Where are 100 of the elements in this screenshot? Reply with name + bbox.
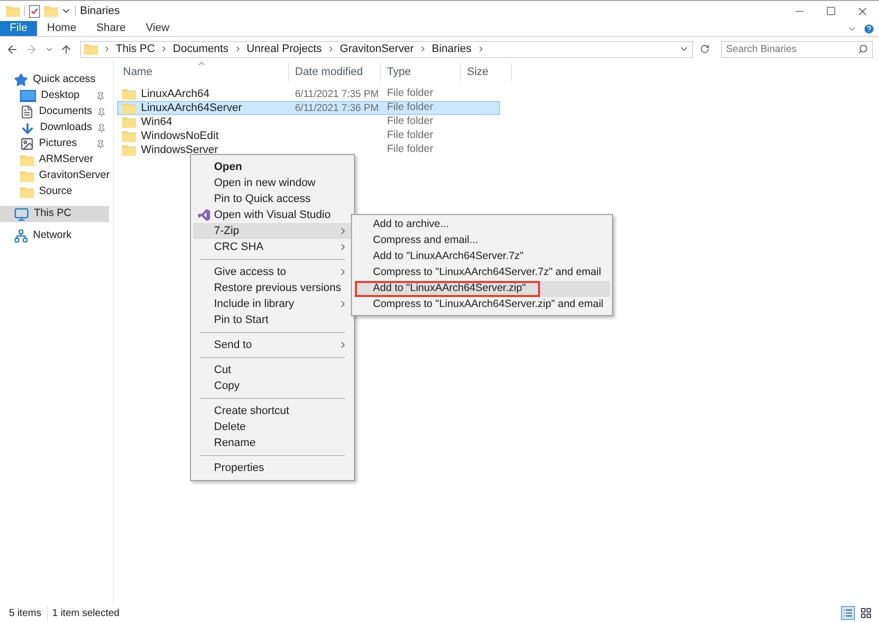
window-title: Binaries — [80, 4, 120, 19]
search-field[interactable]: Search Binaries — [721, 40, 873, 58]
file-row[interactable]: Win64 File folder — [117, 115, 500, 129]
file-name: WindowsNoEdit — [141, 128, 219, 144]
status-text: 5 items — [9, 606, 48, 620]
sidebar-item[interactable]: Network — [0, 228, 109, 244]
menu-item[interactable]: CRC SHA — [193, 239, 352, 255]
type-cell: File folder — [387, 87, 434, 100]
menu-item[interactable]: Add to "LinuxAArch64Server.7z" — [354, 249, 610, 265]
menu-item[interactable]: Add to "LinuxAArch64Server.zip" — [354, 281, 610, 297]
menu-item[interactable]: Rename — [193, 435, 352, 451]
download-icon — [20, 120, 35, 136]
path-segment[interactable]: Documents — [172, 40, 229, 58]
sidebar-item[interactable]: GravitonServer — [0, 168, 109, 184]
file-row[interactable]: WindowsServer File folder — [117, 143, 500, 157]
pin-icon[interactable] — [96, 92, 105, 100]
sidebar-item[interactable]: Pictures — [0, 136, 109, 152]
menu-item[interactable]: Copy — [193, 378, 352, 394]
file-name: Win64 — [141, 114, 172, 130]
date-cell: 6/11/2021 7:35 PM — [295, 88, 379, 100]
menu-item[interactable]: Add to archive... — [354, 217, 610, 233]
menu-item[interactable]: Include in library — [193, 296, 352, 312]
pin-icon[interactable] — [96, 124, 106, 132]
file-row[interactable]: WindowsNoEdit File folder — [117, 129, 500, 143]
menu-item[interactable]: Compress and email... — [354, 233, 610, 249]
column-header[interactable]: Name — [117, 63, 289, 81]
computer-icon — [14, 206, 29, 222]
sidebar-item[interactable]: Source — [0, 184, 109, 200]
folder-icon — [122, 144, 136, 156]
menu-item[interactable]: Restore previous versions — [193, 280, 352, 296]
search-input[interactable]: Search Binaries — [726, 42, 858, 56]
type-cell: File folder — [387, 143, 434, 156]
column-header[interactable]: Size — [461, 63, 512, 81]
menu-item[interactable]: Cut — [193, 362, 352, 378]
folder-icon — [20, 154, 34, 166]
menu-item[interactable]: Open — [193, 159, 352, 175]
sidebar-item[interactable]: Desktop — [0, 88, 109, 104]
menu-item[interactable]: Compress to "LinuxAArch64Server.7z" and email — [354, 265, 610, 281]
folder-icon — [122, 102, 136, 114]
path-segment[interactable]: Unreal Projects — [246, 40, 322, 58]
help-icon[interactable] — [863, 22, 875, 34]
star-icon — [14, 73, 28, 87]
path-segment[interactable]: Binaries — [432, 40, 472, 58]
pin-icon[interactable] — [97, 108, 106, 116]
file-name: LinuxAArch64Server — [141, 100, 242, 116]
menu-item[interactable]: 7-Zip — [193, 223, 352, 239]
refresh-icon[interactable] — [700, 44, 710, 54]
ribbon-tab[interactable]: File — [0, 21, 37, 36]
type-cell: File folder — [387, 101, 434, 114]
menu-item[interactable]: Open in new window — [193, 175, 352, 191]
menu-item[interactable]: Give access to — [193, 264, 352, 280]
path-segment[interactable]: This PC — [116, 40, 155, 58]
ribbon-tab[interactable]: Share — [86, 21, 136, 36]
tiles-view-icon[interactable] — [859, 606, 873, 620]
network-icon — [14, 229, 28, 243]
menu-item[interactable]: Send to — [193, 337, 352, 353]
type-cell: File folder — [387, 115, 434, 128]
menu-item[interactable]: Open with Visual Studio — [193, 207, 352, 223]
folder-icon — [84, 43, 98, 55]
sidebar-item[interactable]: Downloads — [0, 120, 109, 136]
address-bar[interactable]: This PC Documents Unreal Projects GravitonServer Binaries — [80, 40, 694, 58]
file-name: WindowsServer — [141, 142, 218, 158]
folder-icon — [20, 186, 34, 198]
sidebar-item[interactable]: ARMServer — [0, 152, 109, 168]
menu-item[interactable]: Pin to Quick access — [193, 191, 352, 207]
column-header[interactable]: Date modified — [289, 63, 381, 81]
up-icon[interactable] — [60, 42, 73, 56]
menu-item[interactable]: Pin to Start — [193, 312, 352, 328]
details-view-icon[interactable] — [841, 606, 855, 620]
sidebar-item[interactable]: Documents — [0, 104, 109, 120]
file-row[interactable]: LinuxAArch64Server 6/11/2021 7:36 PM File folder — [117, 101, 500, 115]
path-segment[interactable]: GravitonServer — [340, 40, 414, 58]
menu-item[interactable]: Create shortcut — [193, 403, 352, 419]
type-cell: File folder — [387, 129, 434, 142]
folder-icon — [122, 88, 136, 100]
pin-icon[interactable] — [96, 140, 105, 148]
menu-item[interactable]: Properties — [193, 460, 352, 476]
menu-item[interactable]: Delete — [193, 419, 352, 435]
sidebar-item[interactable]: This PC — [0, 206, 109, 222]
desktop-icon — [20, 90, 36, 102]
back-icon[interactable] — [6, 42, 18, 56]
menu-item[interactable]: Compress to "LinuxAArch64Server.zip" and email — [354, 297, 610, 313]
status-text: 1 item selected — [52, 606, 120, 620]
document-icon — [20, 105, 34, 119]
ribbon-tab[interactable]: Home — [37, 21, 86, 36]
file-row[interactable]: LinuxAArch64 6/11/2021 7:35 PM File folder — [117, 87, 500, 101]
maximize-icon[interactable] — [826, 6, 836, 16]
folder-icon — [6, 5, 20, 17]
folder-icon — [122, 116, 136, 128]
picture-icon — [20, 137, 34, 151]
sidebar-item[interactable]: Quick access — [0, 72, 109, 88]
ribbon-tab[interactable]: View — [136, 21, 180, 36]
visual-studio-icon — [198, 209, 210, 221]
folder-icon — [44, 5, 58, 17]
file-name: LinuxAArch64 — [141, 86, 210, 102]
folder-icon — [122, 130, 136, 142]
date-cell: 6/11/2021 7:36 PM — [295, 102, 379, 114]
properties-icon[interactable] — [29, 4, 40, 18]
column-header[interactable]: Type — [381, 63, 461, 81]
search-icon[interactable] — [858, 44, 868, 54]
